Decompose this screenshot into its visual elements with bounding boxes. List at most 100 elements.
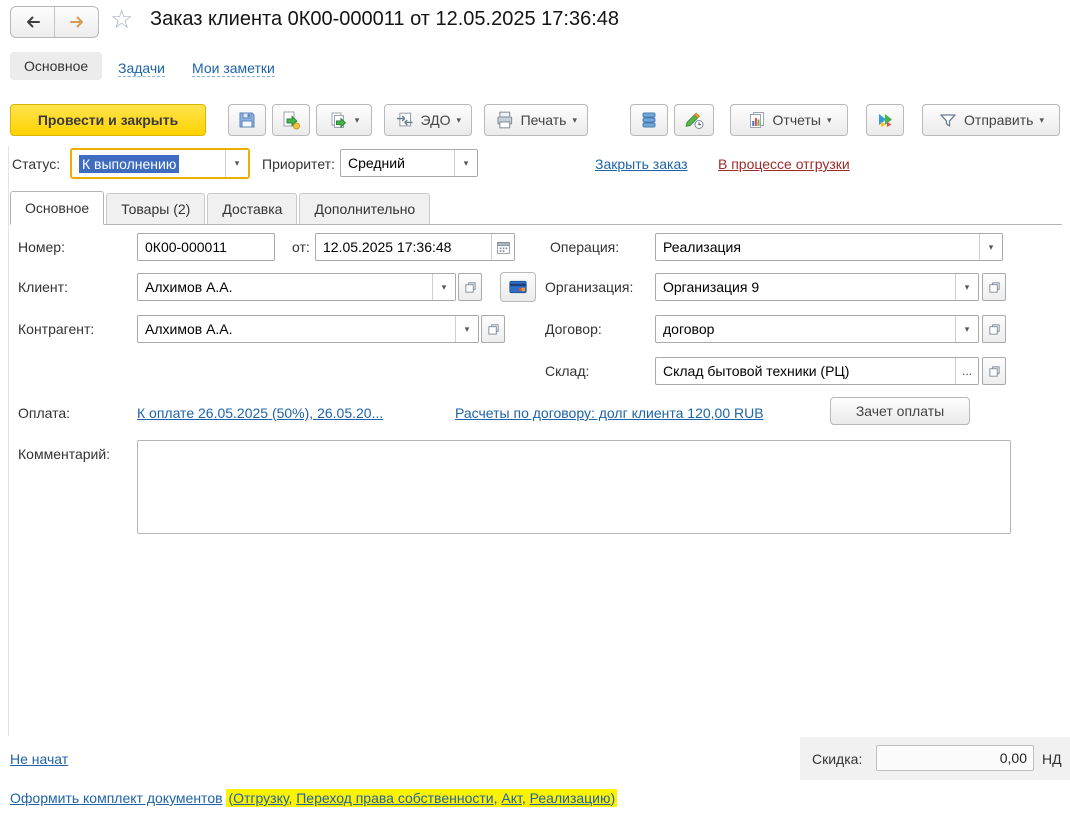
edo-button-label: ЭДО — [420, 112, 451, 128]
open-in-new-icon — [988, 281, 1000, 293]
payment-label: Оплата: — [18, 405, 71, 421]
back-button[interactable] — [11, 7, 54, 37]
contract-input[interactable] — [656, 316, 955, 342]
payment-card-button[interactable] — [500, 272, 536, 302]
shipment-status-link[interactable]: В процессе отгрузки — [718, 156, 850, 172]
vat-label: НД — [1042, 751, 1062, 767]
reports-button[interactable]: Отчеты ▾ — [730, 104, 848, 136]
organization-label: Организация: — [545, 279, 634, 295]
doc-realization-link[interactable]: Реализацию — [530, 790, 611, 806]
client-dropdown-button[interactable]: ▾ — [432, 274, 455, 300]
client-open-button[interactable] — [458, 273, 482, 301]
contract-dropdown-button[interactable]: ▾ — [955, 316, 978, 342]
status-combobox[interactable]: К выполнению ▾ — [70, 148, 250, 179]
counterparty-dropdown-button[interactable]: ▾ — [455, 316, 478, 342]
calendar-button[interactable] — [491, 234, 514, 260]
progress-link[interactable]: Не начат — [10, 751, 68, 767]
chevron-down-icon: ▾ — [1039, 114, 1044, 125]
section-tasks-link[interactable]: Задачи — [118, 60, 166, 77]
warehouse-input[interactable] — [656, 358, 955, 384]
chevron-down-icon: ▾ — [441, 281, 447, 292]
back-icon — [26, 16, 40, 28]
operation-dropdown-button[interactable]: ▾ — [979, 234, 1002, 260]
send-button[interactable]: Отправить ▾ — [922, 104, 1060, 136]
business-process-button[interactable] — [866, 104, 904, 136]
register-records-button[interactable] — [630, 104, 668, 136]
form-frame-border — [8, 146, 9, 736]
change-history-icon — [685, 112, 704, 129]
create-documents-link[interactable]: Оформить комплект документов — [10, 790, 223, 806]
create-based-on-button[interactable]: ▾ — [316, 104, 372, 136]
chevron-down-icon: ▾ — [234, 158, 240, 168]
window-title: Заказ клиента 0К00-000011 от 12.05.2025 … — [150, 8, 620, 30]
number-input[interactable] — [138, 234, 274, 260]
chevron-down-icon: ▾ — [354, 114, 360, 125]
tab-delivery[interactable]: Доставка — [207, 193, 298, 224]
post-document-button[interactable] — [272, 104, 310, 136]
doc-shipment-link[interactable]: Отгрузку — [233, 790, 288, 806]
form-tabs: Основное Товары (2) Доставка Дополнитель… — [10, 191, 1062, 225]
section-main[interactable]: Основное — [10, 52, 103, 80]
counterparty-input[interactable] — [138, 316, 455, 342]
calendar-icon — [496, 241, 510, 254]
organization-open-button[interactable] — [982, 273, 1006, 301]
chevron-down-icon: ▾ — [826, 114, 832, 125]
save-button[interactable] — [228, 104, 266, 136]
warehouse-choose-button[interactable]: ... — [955, 358, 978, 384]
open-in-new-icon — [988, 365, 1000, 377]
create-based-on-icon — [331, 112, 346, 129]
reports-button-label: Отчеты — [772, 112, 821, 128]
date-input[interactable] — [316, 234, 491, 260]
forward-button[interactable] — [54, 7, 98, 37]
comment-label: Комментарий: — [18, 446, 111, 462]
chevron-down-icon: ▾ — [988, 241, 994, 252]
tab-extra[interactable]: Дополнительно — [299, 193, 431, 224]
tab-main[interactable]: Основное — [10, 191, 105, 225]
post-and-close-button[interactable]: Провести и закрыть — [10, 104, 206, 136]
chevron-down-icon: ▾ — [964, 323, 970, 334]
close-order-link[interactable]: Закрыть заказ — [595, 156, 688, 172]
counterparty-label: Контрагент: — [18, 321, 95, 337]
operation-label: Операция: — [550, 239, 620, 255]
status-value: К выполнению — [72, 150, 225, 177]
contract-open-button[interactable] — [982, 315, 1006, 343]
date-label: от: — [292, 239, 310, 255]
operation-input[interactable] — [656, 234, 979, 260]
payment-schedule-link[interactable]: К оплате 26.05.2025 (50%), 26.05.20... — [137, 405, 383, 421]
priority-label: Приоритет: — [262, 156, 335, 172]
section-notes-link[interactable]: Мои заметки — [192, 60, 275, 77]
edo-button[interactable]: ЭДО ▾ — [384, 104, 472, 136]
tab-goods[interactable]: Товары (2) — [106, 193, 206, 224]
priority-value: Средний — [348, 155, 405, 171]
settlements-link[interactable]: Расчеты по договору: долг клиента 120,00… — [455, 405, 764, 421]
ellipsis-icon: ... — [961, 364, 972, 378]
print-button-label: Печать — [520, 112, 567, 128]
organization-dropdown-button[interactable]: ▾ — [955, 274, 978, 300]
save-icon — [239, 112, 255, 128]
totals-panel: Скидка: НД — [800, 737, 1070, 780]
chevron-down-icon: ▾ — [572, 114, 577, 125]
print-button[interactable]: Печать ▾ — [484, 104, 588, 136]
organization-input[interactable] — [656, 274, 955, 300]
priority-dropdown-button[interactable]: ▾ — [454, 150, 477, 176]
chevron-down-icon: ▾ — [964, 281, 970, 292]
send-icon — [940, 114, 956, 127]
discount-input[interactable] — [876, 745, 1034, 771]
post-document-icon — [283, 111, 300, 130]
doc-ownership-transfer-link[interactable]: Переход права собственности — [296, 790, 493, 806]
payment-offset-button[interactable]: Зачет оплаты — [830, 397, 970, 425]
payment-card-icon — [509, 280, 527, 294]
priority-combobox[interactable]: Средний ▾ — [340, 149, 478, 177]
counterparty-open-button[interactable] — [481, 315, 505, 343]
doc-act-link[interactable]: Акт — [501, 790, 521, 806]
warehouse-open-button[interactable] — [982, 357, 1006, 385]
favorite-star-icon[interactable]: ☆ — [110, 6, 133, 32]
comment-textarea[interactable] — [137, 440, 1011, 534]
forward-icon — [69, 16, 83, 28]
documents-line: Оформить комплект документов (Отгрузку, … — [10, 789, 618, 807]
status-dropdown-button[interactable]: ▾ — [225, 150, 248, 177]
change-history-button[interactable] — [674, 104, 714, 136]
warehouse-label: Склад: — [545, 363, 590, 379]
client-input[interactable] — [138, 274, 432, 300]
register-records-icon — [642, 112, 656, 128]
